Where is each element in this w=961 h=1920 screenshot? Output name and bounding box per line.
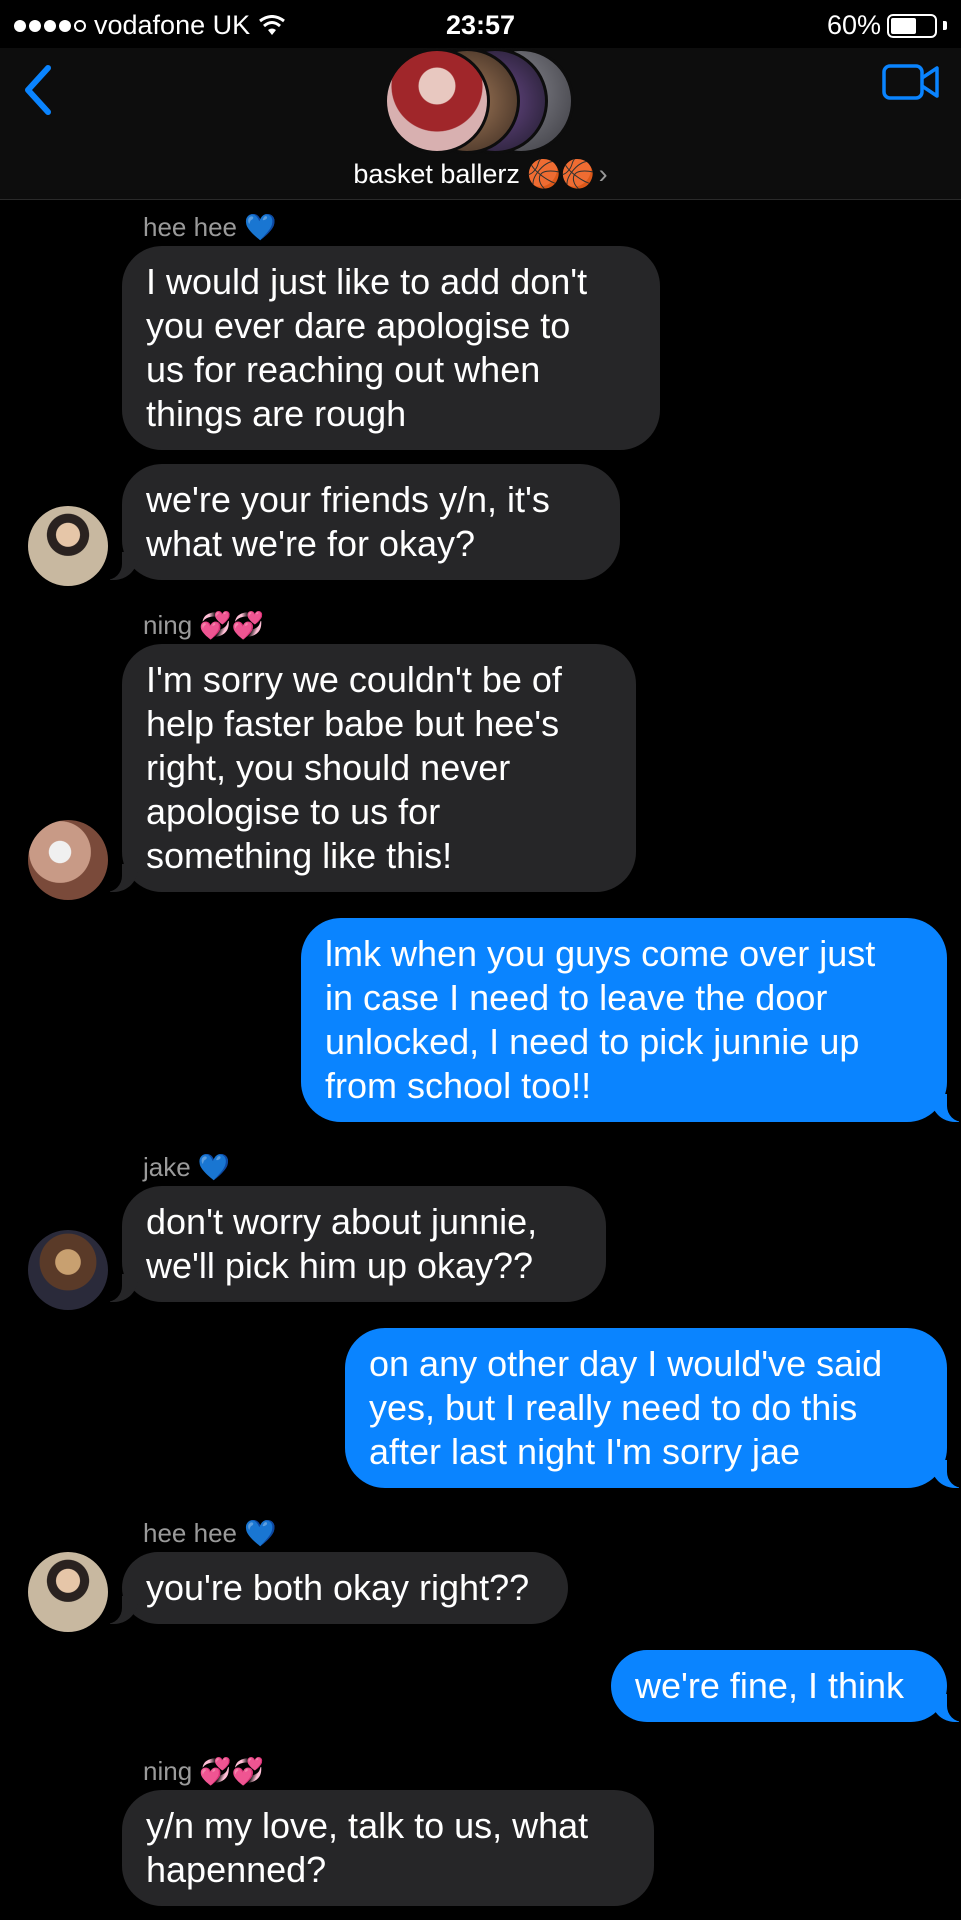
message-text: you're both okay right?? [146,1567,530,1608]
incoming-message[interactable]: I'm sorry we couldn't be of help faster … [100,644,636,892]
battery-group: 60% [827,10,947,41]
message-text: don't worry about junnie, we'll pick him… [146,1201,538,1286]
outgoing-message[interactable]: we're fine, I think [611,1650,961,1722]
video-call-button[interactable] [881,60,941,104]
conversation-header: basket ballerz 🏀🏀 › [0,48,961,200]
clock: 23:57 [445,10,516,40]
chevron-right-icon: › [598,159,608,189]
message-text: on any other day I would've said yes, bu… [369,1343,883,1472]
sender-avatar[interactable] [28,506,108,586]
message-text: lmk when you guys come over just in case… [325,933,876,1106]
battery-percent: 60% [826,10,881,40]
outgoing-message[interactable]: lmk when you guys come over just in case… [301,918,961,1122]
group-name-link[interactable]: basket ballerz 🏀🏀 › [0,158,961,190]
status-bar: vodafone UK 23:57 60% [0,0,961,48]
sender-name: ning 💞💞 [143,1756,265,1786]
message-text: I'm sorry we couldn't be of help faster … [146,659,562,876]
message-text: y/n my love, talk to us, what hapenned? [146,1805,589,1890]
sender-name: ning 💞💞 [143,610,265,640]
incoming-message[interactable]: you're both okay right?? [100,1552,568,1624]
battery-icon [887,13,937,38]
sender-avatar[interactable] [28,1230,108,1310]
group-avatar-stack[interactable] [384,48,580,154]
incoming-message[interactable]: don't worry about junnie, we'll pick him… [100,1186,606,1302]
incoming-message[interactable]: I would just like to add don't you ever … [122,246,660,450]
incoming-message[interactable]: we're your friends y/n, it's what we're … [100,464,620,580]
sender-name: hee hee 💙 [143,1518,277,1548]
sender-avatar[interactable] [28,1552,108,1632]
chevron-left-icon [25,65,51,115]
sender-name: jake 💙 [143,1152,231,1182]
group-member-avatar [384,48,490,154]
sender-avatar[interactable] [28,820,108,900]
video-camera-icon [882,64,939,100]
message-text: we're fine, I think [635,1665,904,1706]
group-name: basket ballerz 🏀🏀 [353,159,595,189]
outgoing-message[interactable]: on any other day I would've said yes, bu… [345,1328,961,1488]
message-text: I would just like to add don't you ever … [146,261,588,434]
incoming-message[interactable]: y/n my love, talk to us, what hapenned? [122,1790,654,1906]
message-text: we're your friends y/n, it's what we're … [146,479,550,564]
sender-name: hee hee 💙 [143,212,277,242]
message-list: hee hee 💙 I would just like to add don't… [0,200,961,1920]
back-button[interactable] [16,60,60,120]
